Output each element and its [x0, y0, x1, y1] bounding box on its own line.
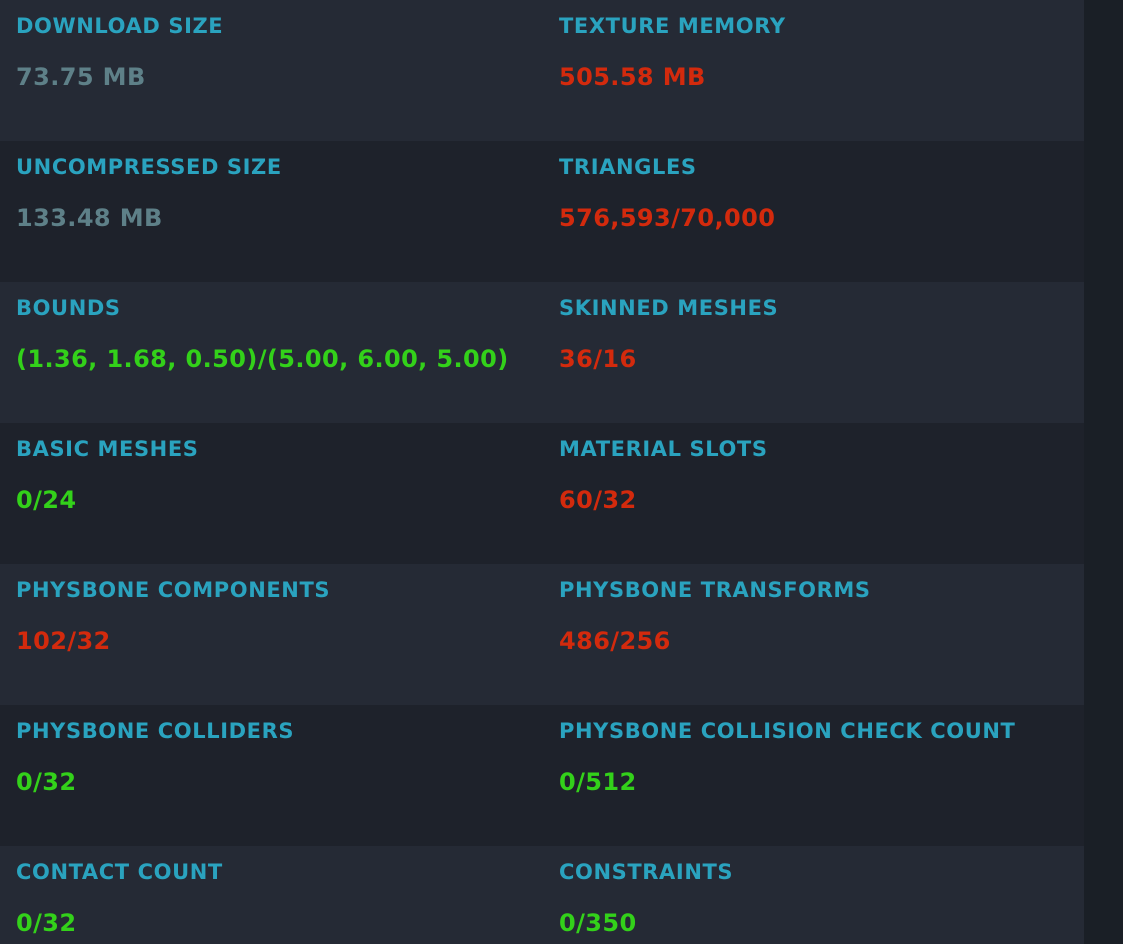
- stat-value: 36/16: [559, 345, 637, 373]
- stat-texture-memory: TEXTURE MEMORY 505.58 MB: [559, 0, 1079, 141]
- stat-bounds: BOUNDS (1.36, 1.68, 0.50)/(5.00, 6.00, 5…: [16, 282, 546, 423]
- stat-value: (1.36, 1.68, 0.50)/(5.00, 6.00, 5.00): [16, 345, 509, 373]
- stat-label: CONTACT COUNT: [16, 860, 223, 884]
- stat-value: 133.48 MB: [16, 204, 163, 232]
- stat-value: 60/32: [559, 486, 637, 514]
- stat-physbone-transforms: PHYSBONE TRANSFORMS 486/256: [559, 564, 1079, 705]
- stat-value: 0/350: [559, 909, 637, 937]
- stat-value: 102/32: [16, 627, 111, 655]
- stat-download-size: DOWNLOAD SIZE 73.75 MB: [16, 0, 546, 141]
- stat-row: BOUNDS (1.36, 1.68, 0.50)/(5.00, 6.00, 5…: [0, 282, 1084, 423]
- stat-value: 0/32: [16, 768, 77, 796]
- stat-label: PHYSBONE COLLIDERS: [16, 719, 295, 743]
- stat-physbone-colliders: PHYSBONE COLLIDERS 0/32: [16, 705, 546, 846]
- stat-material-slots: MATERIAL SLOTS 60/32: [559, 423, 1079, 564]
- stat-label: PHYSBONE COMPONENTS: [16, 578, 331, 602]
- stat-row: PHYSBONE COLLIDERS 0/32 PHYSBONE COLLISI…: [0, 705, 1084, 846]
- stat-label: BASIC MESHES: [16, 437, 199, 461]
- stat-value: 0/24: [16, 486, 77, 514]
- stat-label: DOWNLOAD SIZE: [16, 14, 224, 38]
- stat-row: UNCOMPRESSED SIZE 133.48 MB TRIANGLES 57…: [0, 141, 1084, 282]
- stat-label: UNCOMPRESSED SIZE: [16, 155, 282, 179]
- stat-physbone-collision-check-count: PHYSBONE COLLISION CHECK COUNT 0/512: [559, 705, 1079, 846]
- stat-label: BOUNDS: [16, 296, 121, 320]
- performance-stats-panel: DOWNLOAD SIZE 73.75 MB TEXTURE MEMORY 50…: [0, 0, 1084, 944]
- stat-row: PHYSBONE COMPONENTS 102/32 PHYSBONE TRAN…: [0, 564, 1084, 705]
- stat-row: DOWNLOAD SIZE 73.75 MB TEXTURE MEMORY 50…: [0, 0, 1084, 141]
- stat-label: PHYSBONE COLLISION CHECK COUNT: [559, 719, 1016, 743]
- stat-label: MATERIAL SLOTS: [559, 437, 768, 461]
- stat-value: 73.75 MB: [16, 63, 146, 91]
- stat-value: 505.58 MB: [559, 63, 706, 91]
- stat-value: 486/256: [559, 627, 671, 655]
- stat-row: CONTACT COUNT 0/32 CONSTRAINTS 0/350: [0, 846, 1084, 944]
- stat-value: 0/32: [16, 909, 77, 937]
- stat-basic-meshes: BASIC MESHES 0/24: [16, 423, 546, 564]
- scroll-gutter: [1084, 0, 1123, 944]
- stat-label: TEXTURE MEMORY: [559, 14, 786, 38]
- stat-value: 0/512: [559, 768, 637, 796]
- stat-skinned-meshes: SKINNED MESHES 36/16: [559, 282, 1079, 423]
- stat-contact-count: CONTACT COUNT 0/32: [16, 846, 546, 944]
- stat-label: TRIANGLES: [559, 155, 697, 179]
- stat-row: BASIC MESHES 0/24 MATERIAL SLOTS 60/32: [0, 423, 1084, 564]
- stat-label: PHYSBONE TRANSFORMS: [559, 578, 871, 602]
- stat-label: SKINNED MESHES: [559, 296, 779, 320]
- stat-triangles: TRIANGLES 576,593/70,000: [559, 141, 1079, 282]
- stat-label: CONSTRAINTS: [559, 860, 734, 884]
- stat-value: 576,593/70,000: [559, 204, 776, 232]
- stat-uncompressed-size: UNCOMPRESSED SIZE 133.48 MB: [16, 141, 546, 282]
- stat-physbone-components: PHYSBONE COMPONENTS 102/32: [16, 564, 546, 705]
- stat-constraints: CONSTRAINTS 0/350: [559, 846, 1079, 944]
